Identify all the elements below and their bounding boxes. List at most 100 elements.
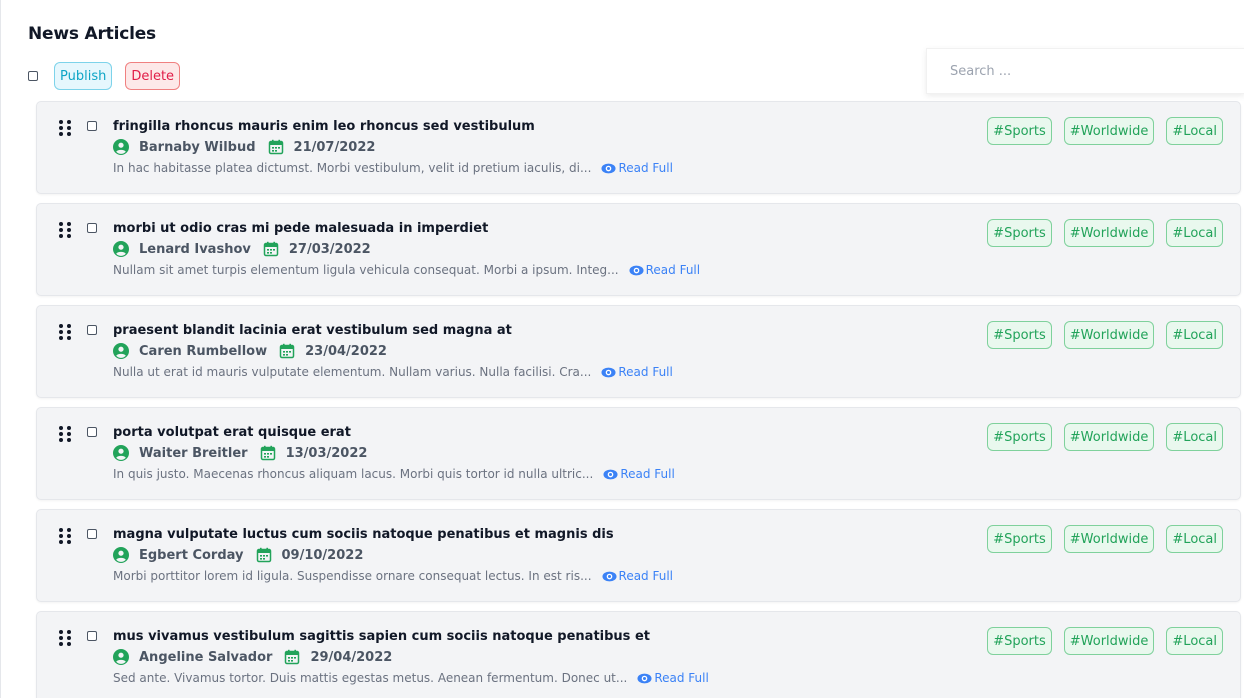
tag-worldwide[interactable]: #Worldwide bbox=[1063, 423, 1155, 451]
article-tags: #Sports #Worldwide #Local bbox=[987, 627, 1223, 655]
tag-sports[interactable]: #Sports bbox=[987, 117, 1052, 145]
calendar-icon bbox=[263, 241, 279, 257]
article-tags: #Sports #Worldwide #Local bbox=[987, 321, 1223, 349]
article-card: magna vulputate luctus cum sociis natoqu… bbox=[36, 509, 1241, 602]
article-checkbox[interactable] bbox=[87, 325, 97, 335]
calendar-icon bbox=[285, 649, 300, 665]
user-circle-icon bbox=[113, 445, 129, 461]
drag-handle-icon[interactable] bbox=[58, 221, 72, 239]
article-tags: #Sports #Worldwide #Local bbox=[987, 117, 1223, 145]
article-card: praesent blandit lacinia erat vestibulum… bbox=[36, 305, 1241, 398]
article-author: Egbert Corday bbox=[139, 547, 244, 563]
tag-worldwide[interactable]: #Worldwide bbox=[1063, 117, 1155, 145]
article-tags: #Sports #Worldwide #Local bbox=[987, 219, 1223, 247]
read-full-link[interactable]: Read Full bbox=[601, 161, 673, 176]
article-body: mus vivamus vestibulum sagittis sapien c… bbox=[113, 628, 973, 688]
article-meta: Lenard Ivashov 27/03/2022 bbox=[113, 239, 973, 259]
article-checkbox[interactable] bbox=[87, 121, 97, 131]
article-date: 09/10/2022 bbox=[281, 547, 364, 563]
delete-button[interactable]: Delete bbox=[125, 62, 181, 90]
read-full-link[interactable]: Read Full bbox=[603, 467, 675, 482]
tag-worldwide[interactable]: #Worldwide bbox=[1063, 321, 1155, 349]
user-circle-icon bbox=[113, 241, 129, 257]
article-tags: #Sports #Worldwide #Local bbox=[987, 525, 1223, 553]
tag-sports[interactable]: #Sports bbox=[987, 423, 1052, 451]
drag-handle-icon[interactable] bbox=[58, 119, 72, 137]
user-circle-icon bbox=[113, 343, 129, 359]
eye-icon bbox=[601, 367, 616, 377]
article-excerpt-row: Nullam sit amet turpis elementum ligula … bbox=[113, 260, 973, 280]
tag-sports[interactable]: #Sports bbox=[987, 627, 1052, 655]
article-title: magna vulputate luctus cum sociis natoqu… bbox=[113, 527, 614, 542]
read-full-label: Read Full bbox=[654, 671, 709, 685]
eye-icon bbox=[603, 469, 618, 479]
calendar-icon bbox=[268, 139, 283, 155]
tag-sports[interactable]: #Sports bbox=[987, 525, 1052, 553]
article-excerpt-row: Morbi porttitor lorem id ligula. Suspend… bbox=[113, 566, 973, 586]
tag-local[interactable]: #Local bbox=[1166, 219, 1223, 247]
article-author: Lenard Ivashov bbox=[139, 241, 251, 257]
article-meta: Egbert Corday 09/10/2022 bbox=[113, 545, 973, 565]
article-date: 29/04/2022 bbox=[310, 649, 393, 665]
article-excerpt-row: Nulla ut erat id mauris vulputate elemen… bbox=[113, 362, 973, 382]
drag-handle-icon[interactable] bbox=[58, 527, 72, 545]
tag-local[interactable]: #Local bbox=[1166, 423, 1223, 451]
tag-local[interactable]: #Local bbox=[1166, 321, 1223, 349]
tag-worldwide[interactable]: #Worldwide bbox=[1063, 627, 1155, 655]
read-full-link[interactable]: Read Full bbox=[601, 365, 673, 380]
tag-sports[interactable]: #Sports bbox=[987, 321, 1052, 349]
article-date: 21/07/2022 bbox=[293, 139, 376, 155]
article-excerpt: Sed ante. Vivamus tortor. Duis mattis eg… bbox=[113, 671, 628, 685]
article-body: fringilla rhoncus mauris enim leo rhoncu… bbox=[113, 118, 973, 178]
read-full-label: Read Full bbox=[620, 467, 675, 481]
article-list: fringilla rhoncus mauris enim leo rhoncu… bbox=[36, 101, 1241, 698]
page-title: News Articles bbox=[28, 24, 156, 44]
article-checkbox[interactable] bbox=[87, 427, 97, 437]
article-date: 27/03/2022 bbox=[288, 241, 371, 257]
select-all-checkbox[interactable] bbox=[28, 71, 38, 81]
article-excerpt: In hac habitasse platea dictumst. Morbi … bbox=[113, 161, 592, 175]
article-body: magna vulputate luctus cum sociis natoqu… bbox=[113, 526, 973, 586]
eye-icon bbox=[637, 673, 652, 683]
article-card: morbi ut odio cras mi pede malesuada in … bbox=[36, 203, 1241, 296]
tag-local[interactable]: #Local bbox=[1166, 525, 1223, 553]
article-checkbox[interactable] bbox=[87, 223, 97, 233]
eye-icon bbox=[629, 265, 644, 275]
eye-icon bbox=[601, 163, 616, 173]
user-circle-icon bbox=[113, 139, 129, 155]
article-author: Caren Rumbellow bbox=[139, 343, 268, 359]
drag-handle-icon[interactable] bbox=[58, 323, 72, 341]
article-title: mus vivamus vestibulum sagittis sapien c… bbox=[113, 629, 650, 644]
article-title: fringilla rhoncus mauris enim leo rhoncu… bbox=[113, 119, 535, 134]
drag-handle-icon[interactable] bbox=[58, 425, 72, 443]
publish-button[interactable]: Publish bbox=[54, 62, 113, 90]
tag-worldwide[interactable]: #Worldwide bbox=[1063, 525, 1155, 553]
article-excerpt: Morbi porttitor lorem id ligula. Suspend… bbox=[113, 569, 592, 583]
read-full-label: Read Full bbox=[618, 365, 673, 379]
article-author: Angeline Salvador bbox=[139, 649, 273, 665]
tag-worldwide[interactable]: #Worldwide bbox=[1063, 219, 1155, 247]
article-tags: #Sports #Worldwide #Local bbox=[987, 423, 1223, 451]
article-checkbox[interactable] bbox=[87, 529, 97, 539]
article-excerpt: In quis justo. Maecenas rhoncus aliquam … bbox=[113, 467, 594, 481]
drag-handle-icon[interactable] bbox=[58, 629, 72, 647]
article-title: morbi ut odio cras mi pede malesuada in … bbox=[113, 221, 489, 236]
search-input[interactable] bbox=[948, 62, 1223, 80]
tag-local[interactable]: #Local bbox=[1166, 117, 1223, 145]
article-body: morbi ut odio cras mi pede malesuada in … bbox=[113, 220, 973, 280]
article-card: mus vivamus vestibulum sagittis sapien c… bbox=[36, 611, 1241, 698]
article-meta: Angeline Salvador 29/04/2022 bbox=[113, 647, 973, 667]
article-excerpt-row: In hac habitasse platea dictumst. Morbi … bbox=[113, 158, 973, 178]
article-meta: Waiter Breitler 13/03/2022 bbox=[113, 443, 973, 463]
article-title: praesent blandit lacinia erat vestibulum… bbox=[113, 323, 512, 338]
read-full-link[interactable]: Read Full bbox=[601, 569, 673, 584]
article-excerpt-row: Sed ante. Vivamus tortor. Duis mattis eg… bbox=[113, 668, 973, 688]
read-full-label: Read Full bbox=[618, 161, 673, 175]
tag-local[interactable]: #Local bbox=[1166, 627, 1223, 655]
read-full-link[interactable]: Read Full bbox=[637, 671, 709, 686]
tag-sports[interactable]: #Sports bbox=[987, 219, 1052, 247]
article-title: porta volutpat erat quisque erat bbox=[113, 425, 351, 440]
article-checkbox[interactable] bbox=[87, 631, 97, 641]
calendar-icon bbox=[279, 343, 295, 359]
read-full-link[interactable]: Read Full bbox=[629, 263, 700, 278]
